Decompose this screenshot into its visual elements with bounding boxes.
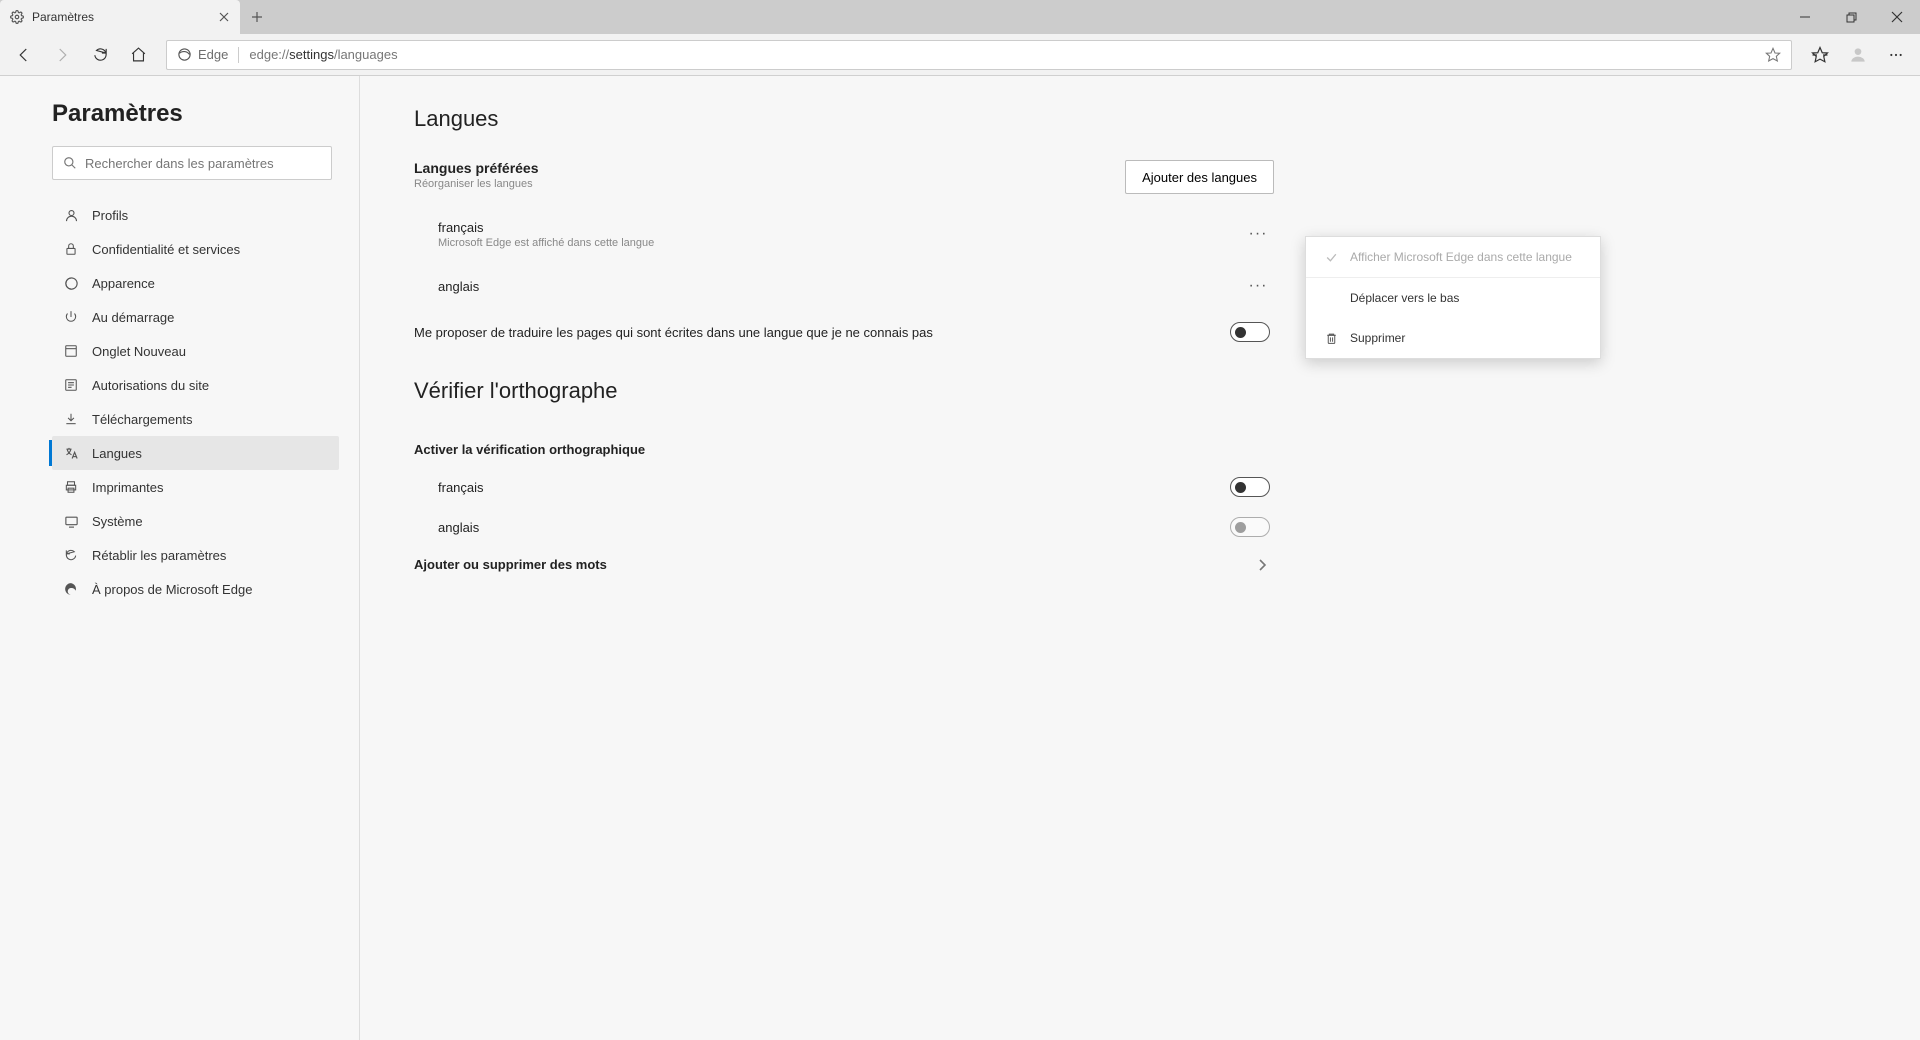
translate-setting-row: Me proposer de traduire les pages qui so… — [414, 312, 1274, 352]
search-icon — [63, 156, 77, 170]
new-tab-button[interactable] — [240, 0, 274, 34]
add-words-row[interactable]: Ajouter ou supprimer des mots — [414, 547, 1274, 582]
permissions-icon — [62, 378, 80, 392]
printer-icon — [62, 480, 80, 494]
address-app-name: Edge — [198, 47, 228, 62]
edge-logo-icon — [177, 47, 192, 62]
languages-heading: Langues — [414, 106, 1920, 132]
address-divider — [238, 47, 239, 63]
trash-icon — [1320, 332, 1342, 345]
forward-button[interactable] — [44, 37, 80, 73]
settings-search-input[interactable] — [85, 156, 321, 171]
nav-printers[interactable]: Imprimantes — [52, 470, 339, 504]
nav-about[interactable]: À propos de Microsoft Edge — [52, 572, 339, 606]
menu-button[interactable] — [1878, 37, 1914, 73]
language-row-french: français Microsoft Edge est affiché dans… — [414, 208, 1274, 260]
system-icon — [62, 514, 80, 529]
nav-startup[interactable]: Au démarrage — [52, 300, 339, 334]
ctx-display-in-language: Afficher Microsoft Edge dans cette langu… — [1306, 237, 1600, 277]
add-language-button[interactable]: Ajouter des langues — [1125, 160, 1274, 194]
reset-icon — [62, 548, 80, 562]
nav-system[interactable]: Système — [52, 504, 339, 538]
profile-icon — [62, 208, 80, 223]
chevron-right-icon — [1250, 558, 1274, 572]
browser-tab[interactable]: Paramètres — [0, 0, 240, 34]
add-words-label: Ajouter ou supprimer des mots — [414, 557, 607, 572]
settings-heading: Paramètres — [52, 100, 339, 128]
nav-privacy[interactable]: Confidentialité et services — [52, 232, 339, 266]
ctx-move-down[interactable]: Déplacer vers le bas — [1306, 278, 1600, 318]
spellcheck-lang-label: français — [438, 480, 484, 495]
home-button[interactable] — [120, 37, 156, 73]
language-row-english: anglais ··· — [414, 260, 1274, 312]
settings-icon — [10, 10, 24, 24]
power-icon — [62, 310, 80, 324]
preferred-languages-label: Langues préférées — [414, 160, 539, 176]
edge-icon — [62, 582, 80, 596]
browser-toolbar: Edge edge://settings/languages — [0, 34, 1920, 76]
profile-button[interactable] — [1840, 37, 1876, 73]
language-desc: Microsoft Edge est affiché dans cette la… — [438, 237, 1242, 249]
favorites-button[interactable] — [1802, 37, 1838, 73]
spellcheck-english-toggle[interactable] — [1230, 517, 1270, 537]
tab-title: Paramètres — [32, 10, 216, 24]
spellcheck-english-row: anglais — [414, 507, 1274, 547]
translate-toggle[interactable] — [1230, 322, 1270, 342]
favorite-star-icon[interactable] — [1765, 47, 1781, 63]
appearance-icon — [62, 276, 80, 291]
settings-sidebar: Paramètres Profils Confidentialité et se… — [0, 76, 360, 1040]
minimize-button[interactable] — [1782, 0, 1828, 34]
nav-profiles[interactable]: Profils — [52, 198, 339, 232]
address-url: edge://settings/languages — [249, 47, 397, 62]
spellcheck-french-row: français — [414, 467, 1274, 507]
spellcheck-enable-label: Activer la vérification orthographique — [414, 442, 645, 457]
newtab-icon — [62, 344, 80, 358]
check-icon — [1320, 251, 1342, 264]
download-icon — [62, 412, 80, 426]
nav-reset[interactable]: Rétablir les paramètres — [52, 538, 339, 572]
language-name: anglais — [438, 279, 1242, 294]
refresh-button[interactable] — [82, 37, 118, 73]
spellcheck-heading: Vérifier l'orthographe — [414, 378, 1920, 404]
nav-appearance[interactable]: Apparence — [52, 266, 339, 300]
spellcheck-enable-row: Activer la vérification orthographique — [414, 432, 1274, 467]
language-more-button[interactable]: ··· — [1242, 270, 1274, 302]
nav-downloads[interactable]: Téléchargements — [52, 402, 339, 436]
translate-label: Me proposer de traduire les pages qui so… — [414, 325, 933, 340]
window-titlebar: Paramètres — [0, 0, 1920, 34]
close-tab-button[interactable] — [216, 9, 232, 25]
languages-icon — [62, 446, 80, 461]
settings-main: Langues Langues préférées Réorganiser le… — [360, 76, 1920, 1040]
close-window-button[interactable] — [1874, 0, 1920, 34]
back-button[interactable] — [6, 37, 42, 73]
nav-newtab[interactable]: Onglet Nouveau — [52, 334, 339, 368]
lock-icon — [62, 242, 80, 256]
preferred-languages-sub: Réorganiser les langues — [414, 178, 539, 190]
nav-languages[interactable]: Langues — [52, 436, 339, 470]
language-more-button[interactable]: ··· — [1242, 218, 1274, 250]
spellcheck-lang-label: anglais — [438, 520, 479, 535]
nav-permissions[interactable]: Autorisations du site — [52, 368, 339, 402]
ctx-delete[interactable]: Supprimer — [1306, 318, 1600, 358]
language-context-menu: Afficher Microsoft Edge dans cette langu… — [1305, 236, 1601, 359]
settings-search[interactable] — [52, 146, 332, 180]
spellcheck-french-toggle[interactable] — [1230, 477, 1270, 497]
language-name: français — [438, 220, 1242, 235]
address-bar[interactable]: Edge edge://settings/languages — [166, 40, 1792, 70]
maximize-button[interactable] — [1828, 0, 1874, 34]
